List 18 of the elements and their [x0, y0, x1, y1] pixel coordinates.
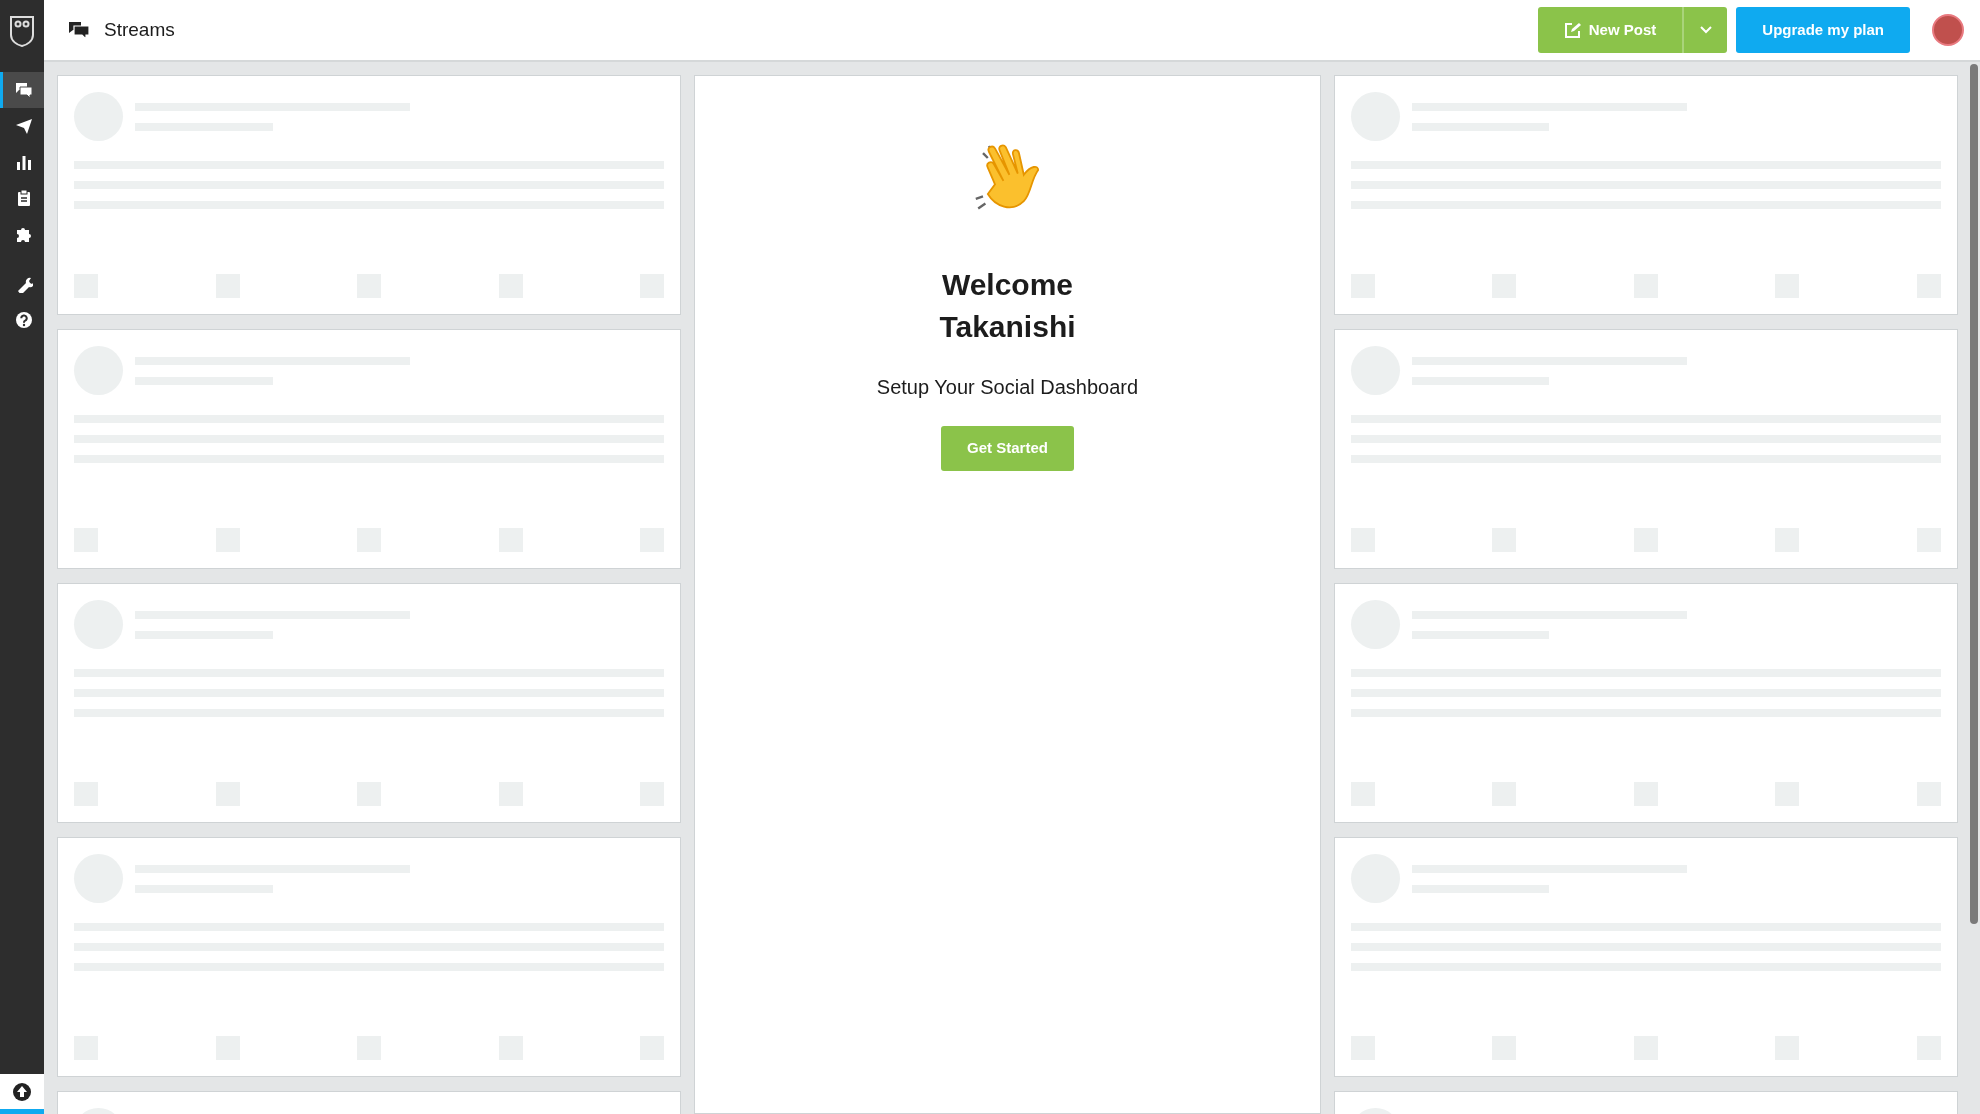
owl-logo-icon	[9, 15, 35, 47]
chat-bubbles-icon	[68, 21, 90, 39]
page-title: Streams	[104, 17, 175, 42]
welcome-subtitle: Setup Your Social Dashboard	[876, 375, 1139, 400]
edit-icon	[1563, 21, 1581, 39]
user-avatar[interactable]	[1932, 14, 1964, 46]
new-post-button[interactable]: New Post	[1537, 7, 1683, 53]
help-icon	[14, 311, 33, 329]
paper-plane-icon	[14, 117, 33, 135]
get-started-button[interactable]: Get Started	[941, 426, 1074, 471]
upgrade-button[interactable]: Upgrade my plan	[1736, 7, 1910, 53]
chevron-down-icon	[1699, 26, 1712, 34]
welcome-heading: Welcome Takanishi	[938, 267, 1077, 345]
bar-chart-icon	[14, 153, 33, 171]
streams-icon	[14, 81, 33, 99]
puzzle-piece-icon	[14, 225, 33, 243]
scrollbar-thumb[interactable]	[1970, 64, 1978, 924]
streams-nav-button[interactable]	[0, 72, 44, 108]
